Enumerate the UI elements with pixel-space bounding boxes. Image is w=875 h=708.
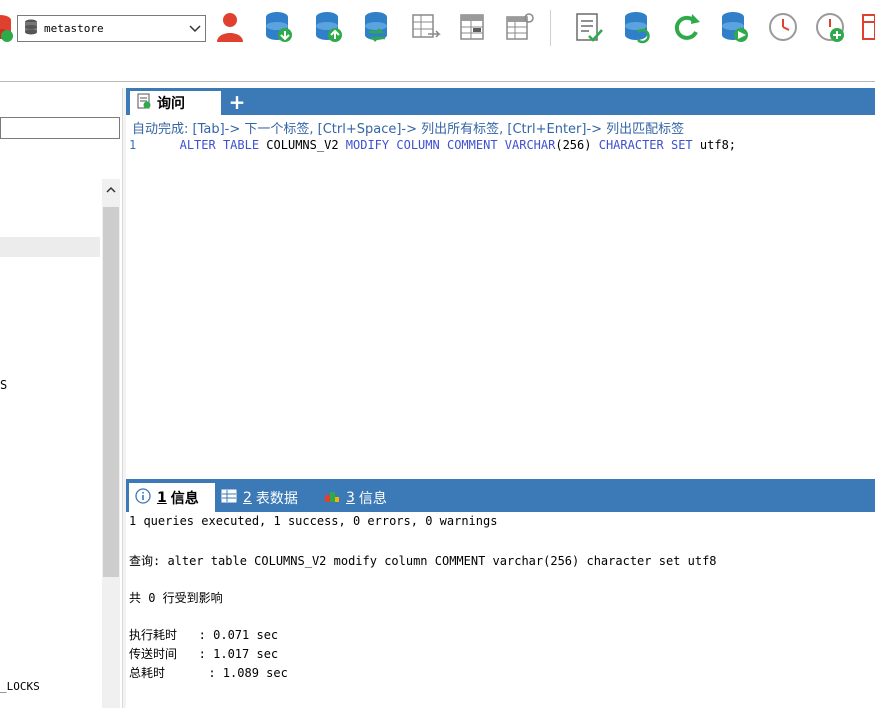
sql-token: TABLE [222,138,260,152]
affected-rows-line: 共 0 行受到影响 [129,591,223,605]
editor-tab-bar: 询问 + [126,88,875,115]
tab-table-data[interactable]: 2 表数据 [221,483,298,512]
tab-messages[interactable]: 1 信息 [129,483,215,512]
table-tool-icon[interactable] [859,9,875,45]
sql-token: ALTER [179,138,216,152]
sql-token: utf8; [692,138,737,152]
query-report-icon[interactable] [573,9,605,45]
result-tab-bar: 1 信息 2 表数据 3 信息 [126,479,875,512]
tab-info[interactable]: 3 信息 [324,483,387,512]
table-designer-icon[interactable] [504,9,536,45]
autocomplete-hint: 自动完成: [Tab]-> 下一个标签, [Ctrl+Space]-> 列出所有… [132,122,685,137]
tab-query-label: 询问 [157,96,185,112]
sql-token: CHARACTER [598,138,664,152]
tree-item-fragment[interactable]: S [0,378,7,392]
schema-sync-icon[interactable] [410,9,442,45]
scroll-up-icon[interactable] [102,179,120,199]
tab-info-label: 信息 [358,490,387,507]
tab-messages-label: 信息 [170,490,199,507]
scrollbar-thumb[interactable] [103,207,119,577]
transfer-time-line: 传送时间 : 1.017 sec [129,647,279,661]
sql-statement: ALTER TABLE COLUMNS_V2 MODIFY COLUMN COM… [136,138,736,152]
query-doc-icon [137,93,151,113]
total-time-line: 总耗时 : 1.089 sec [129,666,288,680]
backup-database-icon[interactable] [263,9,295,45]
sql-token: MODIFY [345,138,390,152]
toolbar-divider [0,81,875,82]
sql-token: VARCHAR [504,138,556,152]
user-manager-icon[interactable] [214,9,246,45]
sql-editor[interactable]: 自动完成: [Tab]-> 下一个标签, [Ctrl+Space]-> 列出所有… [126,115,875,478]
tree-scrollbar[interactable] [102,179,120,708]
restore-database-icon[interactable] [313,9,345,45]
code-line[interactable]: 1 ALTER TABLE COLUMNS_V2 MODIFY COLUMN C… [129,138,736,152]
sql-token: COMMENT [446,138,498,152]
sql-token: COLUMNS_V2 [259,138,346,152]
sync-database-icon[interactable] [361,9,393,45]
refresh-db-icon[interactable] [622,9,654,45]
tree-selected-row[interactable] [0,237,100,257]
table-grid-icon [221,489,237,507]
object-filter-input[interactable] [0,117,120,139]
summary-line: 1 queries executed, 1 success, 0 errors,… [129,514,498,528]
database-select-value: metastore [44,22,104,35]
database-icon [24,19,38,39]
db-action-icon[interactable] [719,9,751,45]
sql-token: SET [670,138,693,152]
toolbar-separator [550,10,551,46]
sql-token: (256) [555,138,599,152]
tab-messages-number: 1 [157,489,167,506]
schedule-icon[interactable] [767,9,799,45]
data-sync-icon[interactable] [458,9,490,45]
sql-token: COLUMN [396,138,440,152]
query-line: 查询: alter table COLUMNS_V2 modify column… [129,554,717,568]
tab-table-data-number: 2 [243,489,252,506]
tab-query[interactable]: 询问 [130,91,221,115]
chevron-down-icon[interactable] [185,24,205,33]
refresh-icon[interactable] [670,9,702,45]
object-browser: S _LOCKS [0,88,125,708]
exec-time-line: 执行耗时 : 0.071 sec [129,628,279,642]
info-color-icon [324,489,340,507]
add-tab-button[interactable]: + [227,91,247,113]
schedule-add-icon[interactable] [815,9,847,45]
database-select[interactable]: metastore [17,15,206,42]
main-toolbar: metastore [0,0,875,82]
tree-item-fragment[interactable]: _LOCKS [0,680,40,693]
tab-table-data-label: 表数据 [255,490,298,507]
new-connection-icon[interactable] [0,9,16,45]
messages-output: 1 queries executed, 1 success, 0 errors,… [126,512,875,708]
tab-info-number: 3 [346,489,355,506]
info-icon [135,487,151,508]
